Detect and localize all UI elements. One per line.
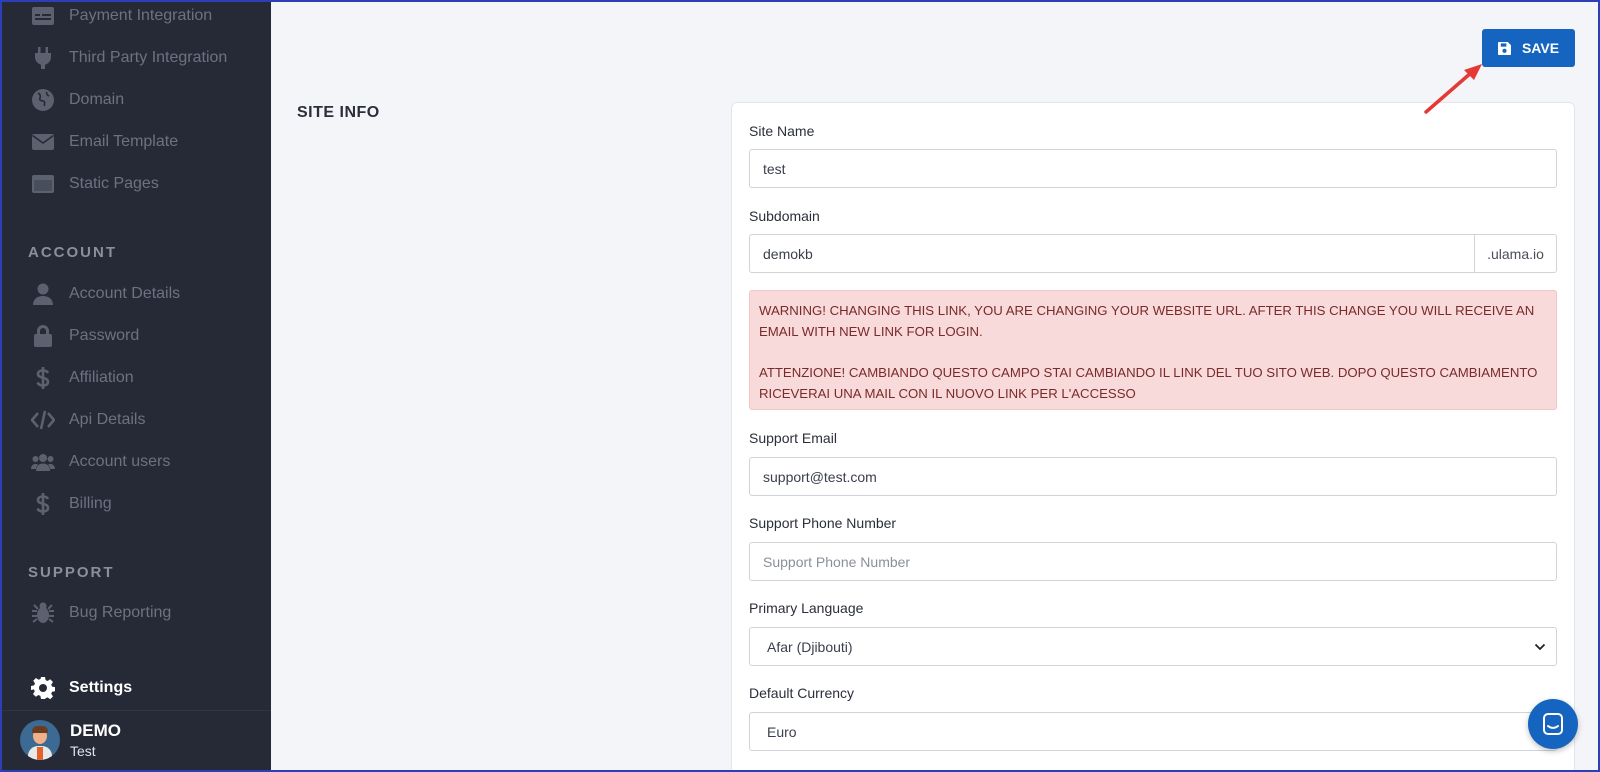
sidebar-item-label: Bug Reporting — [69, 604, 172, 621]
globe-icon — [28, 85, 58, 115]
lock-icon — [28, 321, 58, 351]
plug-icon — [28, 43, 58, 73]
subdomain-group: .ulama.io — [749, 234, 1557, 273]
support-phone-input[interactable] — [749, 542, 1557, 581]
sidebar-divider — [0, 710, 271, 711]
subdomain-input[interactable] — [749, 234, 1475, 273]
save-button-label: SAVE — [1521, 40, 1560, 56]
sidebar-item-label: Payment Integration — [69, 7, 213, 24]
dollar-icon — [28, 363, 58, 393]
sidebar-item-domain[interactable]: Domain — [28, 82, 124, 118]
default-currency-value: Euro — [767, 723, 797, 740]
envelope-icon — [28, 127, 58, 157]
sidebar-item-third-party-integration[interactable]: Third Party Integration — [28, 40, 227, 76]
window-icon — [28, 169, 58, 199]
sidebar-item-account-details[interactable]: Account Details — [28, 276, 180, 312]
sidebar-item-payment-integration[interactable]: Payment Integration — [28, 0, 212, 34]
user-name: DEMO — [70, 721, 121, 740]
site-name-label: Site Name — [749, 123, 815, 139]
save-button[interactable]: SAVE — [1482, 29, 1575, 67]
sidebar-item-label: Affiliation — [69, 369, 134, 386]
annotation-arrow — [1424, 64, 1482, 114]
sidebar-item-api-details[interactable]: Api Details — [28, 402, 145, 438]
subdomain-label: Subdomain — [749, 208, 820, 224]
sidebar-item-affiliation[interactable]: Affiliation — [28, 360, 134, 396]
floppy-disk-icon — [1497, 41, 1511, 55]
sidebar-item-label: Password — [69, 327, 140, 344]
primary-language-select[interactable]: Afar (Djibouti) — [749, 627, 1557, 666]
chat-icon — [1543, 713, 1563, 735]
default-currency-select[interactable]: Euro — [749, 712, 1557, 751]
sidebar-item-settings[interactable]: Settings — [28, 670, 132, 706]
dollar-icon — [28, 489, 58, 519]
support-email-input[interactable] — [749, 457, 1557, 496]
default-currency-label: Default Currency — [749, 685, 855, 701]
bug-icon — [28, 598, 58, 628]
primary-language-label: Primary Language — [749, 600, 864, 616]
sidebar-item-billing[interactable]: Billing — [28, 486, 112, 522]
avatar — [20, 720, 60, 760]
sidebar-item-account-users[interactable]: Account users — [28, 444, 170, 480]
warning-text-en: WARNING! CHANGING THIS LINK, YOU ARE CHA… — [759, 303, 1535, 339]
gear-icon — [28, 673, 58, 703]
warning-text-it: ATTENZIONE! CAMBIANDO QUESTO CAMPO STAI … — [759, 365, 1538, 401]
site-name-input[interactable] — [749, 149, 1557, 188]
section-heading: SITE INFO — [297, 104, 380, 121]
sidebar-item-password[interactable]: Password — [28, 318, 139, 354]
user-subtitle: Test — [70, 743, 96, 759]
sidebar: Payment Integration Third Party Integrat… — [0, 0, 271, 772]
sidebar-item-label: Billing — [69, 495, 112, 512]
code-icon — [28, 405, 58, 435]
subdomain-suffix: .ulama.io — [1475, 234, 1557, 273]
sidebar-item-bug-reporting[interactable]: Bug Reporting — [28, 595, 171, 631]
users-icon — [28, 447, 58, 477]
payment-icon — [28, 1, 58, 31]
primary-language-value: Afar (Djibouti) — [767, 638, 853, 655]
user-profile[interactable]: DEMO Test — [20, 720, 121, 760]
support-email-label: Support Email — [749, 430, 837, 446]
sidebar-item-label: Domain — [69, 91, 125, 108]
sidebar-item-static-pages[interactable]: Static Pages — [28, 166, 159, 202]
chevron-down-icon — [1534, 643, 1546, 650]
support-phone-label: Support Phone Number — [749, 515, 897, 531]
sidebar-item-label: Settings — [69, 679, 133, 696]
sidebar-item-label: Third Party Integration — [69, 49, 228, 66]
sidebar-item-label: Email Template — [69, 133, 179, 150]
chat-launcher-button[interactable] — [1528, 699, 1578, 749]
sidebar-item-email-template[interactable]: Email Template — [28, 124, 178, 160]
warning-alert: WARNING! CHANGING THIS LINK, YOU ARE CHA… — [749, 290, 1557, 410]
account-section-title: ACCOUNT — [28, 244, 117, 261]
site-info-card: Site Name Subdomain .ulama.io WARNING! C… — [731, 102, 1575, 772]
sidebar-item-label: Account users — [69, 453, 171, 470]
user-icon — [28, 279, 58, 309]
sidebar-item-label: Account Details — [69, 285, 181, 302]
support-section-title: SUPPORT — [28, 564, 115, 581]
sidebar-item-label: Static Pages — [69, 175, 159, 192]
sidebar-item-label: Api Details — [69, 411, 146, 428]
